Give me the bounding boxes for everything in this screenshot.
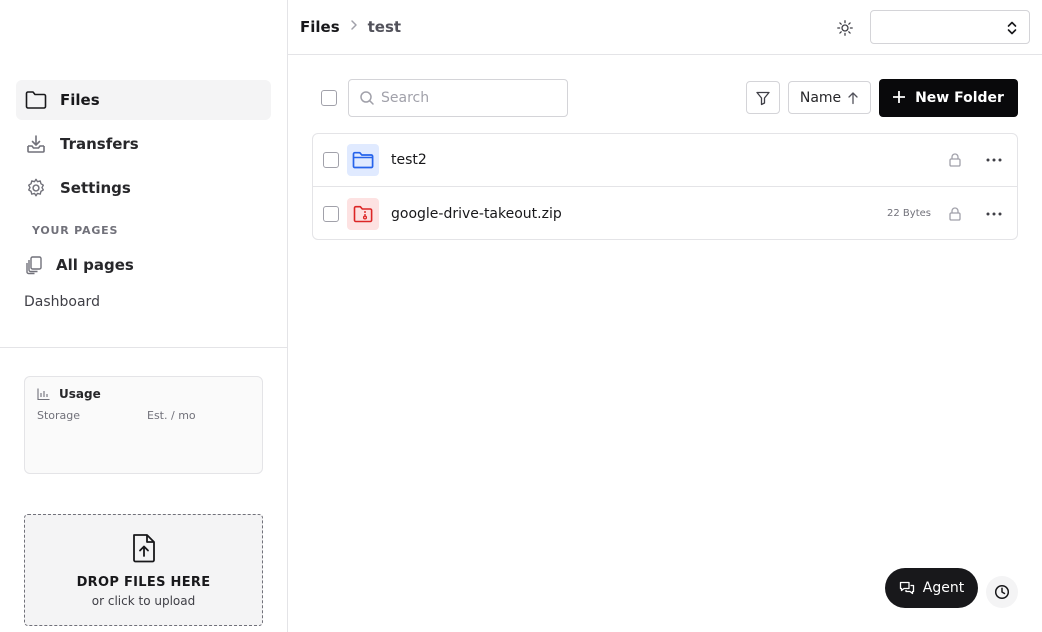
breadcrumb: Files test: [300, 18, 401, 36]
new-folder-button[interactable]: New Folder: [879, 79, 1018, 117]
dropzone-subtitle: or click to upload: [91, 594, 196, 608]
usage-card: Usage Storage Est. / mo: [24, 376, 263, 474]
upload-dropzone[interactable]: DROP FILES HERE or click to upload: [24, 514, 263, 626]
lock-icon[interactable]: [947, 206, 963, 222]
history-button[interactable]: [986, 576, 1018, 608]
folder-icon: [347, 144, 379, 176]
file-name[interactable]: google-drive-takeout.zip: [391, 206, 562, 222]
folder-icon: [24, 88, 48, 112]
filter-icon: [755, 90, 771, 106]
usage-title-text: Usage: [59, 387, 101, 401]
dropzone-title: DROP FILES HERE: [76, 575, 211, 590]
search-icon: [359, 90, 375, 106]
download-tray-icon: [24, 132, 48, 156]
file-upload-icon: [131, 533, 157, 563]
agent-button[interactable]: Agent: [885, 568, 978, 608]
sidebar-item-files[interactable]: Files: [16, 80, 271, 120]
section-label-your-pages: YOUR PAGES: [32, 224, 119, 237]
usage-title: Usage: [37, 387, 101, 401]
select-all-checkbox[interactable]: [321, 90, 337, 106]
sidebar-divider: [0, 347, 287, 348]
chevron-right-icon: [350, 19, 358, 35]
search-input[interactable]: [381, 90, 551, 106]
sort-label: Name: [799, 89, 842, 106]
sidebar-item-settings[interactable]: Settings: [16, 168, 271, 208]
usage-storage-label: Storage: [37, 409, 81, 422]
clock-icon: [994, 584, 1010, 600]
breadcrumb-current: test: [367, 18, 402, 36]
search-box[interactable]: [348, 79, 568, 117]
lock-icon[interactable]: [947, 152, 963, 168]
file-list: test2 google-drive-takeout.zip 22 Bytes: [312, 133, 1018, 240]
sun-icon: [837, 20, 853, 36]
arrow-up-icon: [847, 91, 859, 105]
file-row[interactable]: google-drive-takeout.zip 22 Bytes: [313, 187, 1017, 240]
new-folder-label: New Folder: [915, 90, 1004, 106]
zip-archive-icon: [347, 197, 379, 230]
row-checkbox[interactable]: [323, 205, 339, 222]
more-options-icon[interactable]: [983, 203, 1005, 225]
sidebar-item-label: Files: [60, 91, 100, 109]
sidebar-item-all-pages[interactable]: All pages: [24, 252, 134, 278]
gear-icon: [24, 176, 48, 200]
sort-button[interactable]: Name: [788, 81, 871, 114]
bar-chart-icon: [37, 387, 51, 401]
file-name[interactable]: test2: [391, 152, 427, 168]
all-pages-label: All pages: [56, 256, 134, 274]
pages-stack-icon: [24, 255, 44, 275]
sidebar-item-label: Settings: [60, 179, 131, 197]
usage-est-label: Est. / mo: [147, 409, 196, 422]
sidebar-item-dashboard[interactable]: Dashboard: [24, 294, 100, 310]
file-row[interactable]: test2: [313, 134, 1017, 187]
filter-button[interactable]: [746, 81, 780, 114]
sidebar-item-label: Transfers: [60, 135, 139, 153]
agent-label: Agent: [922, 580, 965, 596]
chevron-up-down-icon: [1005, 19, 1019, 37]
sidebar: Files Transfers Settings YOUR PAGES All …: [0, 0, 288, 632]
chat-bubbles-icon: [899, 580, 915, 596]
row-checkbox[interactable]: [323, 152, 339, 168]
sidebar-item-transfers[interactable]: Transfers: [16, 124, 271, 164]
plus-icon: [892, 89, 906, 107]
file-size: 22 Bytes: [887, 208, 931, 219]
more-options-icon[interactable]: [983, 149, 1005, 171]
workspace-select[interactable]: [870, 10, 1030, 44]
theme-toggle-button[interactable]: [832, 15, 858, 41]
breadcrumb-files[interactable]: Files: [300, 18, 340, 36]
top-header: Files test: [288, 0, 1042, 55]
